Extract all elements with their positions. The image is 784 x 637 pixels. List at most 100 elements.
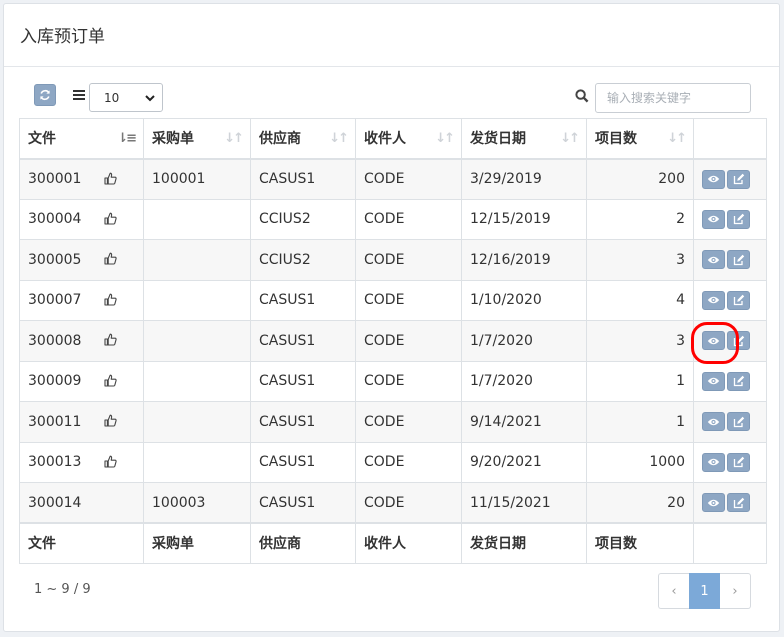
edit-button[interactable] [727, 412, 750, 432]
cell-supplier: CASUS1 [250, 279, 356, 321]
refresh-button[interactable] [34, 84, 56, 106]
thumbs-up-button[interactable] [104, 333, 117, 350]
file-number: 300008 [28, 332, 82, 349]
cell-recipient: CODE [355, 158, 462, 200]
eye-icon [707, 378, 720, 385]
sort-icon: ⇂≡ [117, 130, 137, 146]
edit-icon [733, 416, 744, 427]
cell-ship-date: 9/14/2021 [461, 401, 587, 443]
cell-actions [693, 158, 767, 200]
thumbs-up-button[interactable] [104, 374, 117, 391]
eye-icon [707, 459, 720, 466]
cell-recipient: CODE [355, 279, 462, 321]
cell-actions [693, 198, 767, 240]
cell-item-count: 3 [586, 320, 694, 362]
cell-actions [693, 320, 767, 362]
eye-icon [707, 297, 720, 304]
edit-icon [733, 376, 744, 387]
view-button[interactable] [702, 371, 725, 391]
edit-icon [733, 254, 744, 265]
thumbs-up-icon [104, 252, 117, 265]
edit-button[interactable] [727, 331, 750, 351]
view-button[interactable] [702, 493, 725, 512]
thumbs-up-button[interactable] [104, 414, 117, 431]
cell-ship-date: 1/7/2020 [461, 360, 587, 402]
view-button[interactable] [702, 452, 725, 472]
cell-supplier: CASUS1 [250, 401, 356, 443]
column-header-file[interactable]: 文件 ⇂≡ [19, 118, 144, 160]
footer-label-file: 文件 [19, 522, 144, 564]
next-page-button[interactable]: › [720, 573, 751, 609]
panel-header: 入库预订单 [4, 4, 779, 67]
eye-icon [707, 216, 720, 223]
thumbs-up-icon [104, 374, 117, 387]
thumbs-up-button[interactable] [104, 455, 117, 472]
thumbs-up-button[interactable] [104, 252, 117, 269]
edit-button[interactable] [727, 250, 750, 270]
table-header-row: 文件 ⇂≡ 采购单 ↓↑ 供应商 ↓↑ 收件人 ↓↑ 发货日期 ↓↑ 项目数 ↓↑ [19, 118, 767, 160]
file-number: 300009 [28, 373, 82, 390]
cell-actions [693, 360, 767, 402]
view-button[interactable] [702, 290, 725, 310]
edit-button[interactable] [727, 290, 750, 310]
footer-empty [693, 522, 767, 564]
cell-ship-date: 1/10/2020 [461, 279, 587, 321]
thumbs-up-button[interactable] [104, 172, 117, 189]
column-label: 项目数 [595, 131, 637, 148]
cell-item-count: 4 [586, 279, 694, 321]
page-size-select[interactable]: 10 [89, 83, 163, 112]
column-header-po[interactable]: 采购单 ↓↑ [143, 118, 251, 160]
view-button[interactable] [702, 412, 725, 432]
thumbs-up-button[interactable] [104, 212, 117, 229]
cell-ship-date: 9/20/2021 [461, 441, 587, 483]
thumbs-up-icon [104, 293, 117, 306]
cell-file: 300007 [19, 279, 144, 321]
table-row: 300011 CASUS1 CODE 9/14/2021 1 [19, 401, 767, 443]
cell-po [143, 320, 251, 362]
sort-icon: ↓↑ [435, 130, 455, 146]
footer-label-po: 采购单 [143, 522, 251, 564]
cell-item-count: 200 [586, 158, 694, 200]
edit-button[interactable] [727, 452, 750, 472]
edit-button[interactable] [727, 493, 750, 512]
edit-button[interactable] [727, 169, 750, 189]
sort-icon: ↓↑ [329, 130, 349, 146]
cell-file: 300008 [19, 320, 144, 362]
thumbs-up-icon [104, 212, 117, 225]
page-title: 入库预订单 [20, 26, 105, 47]
view-button[interactable] [702, 250, 725, 270]
sort-icon: ↓↑ [224, 130, 244, 146]
column-label: 文件 [28, 131, 56, 148]
edit-button[interactable] [727, 371, 750, 391]
footer-label-item-count: 项目数 [586, 522, 694, 564]
table-row: 300014 100003 CASUS1 CODE 11/15/2021 20 [19, 482, 767, 524]
thumbs-up-button[interactable] [104, 293, 117, 310]
search-input[interactable] [595, 83, 751, 113]
sort-icon: ↓↑ [560, 130, 580, 146]
view-button[interactable] [702, 209, 725, 229]
cell-supplier: CASUS1 [250, 158, 356, 200]
cell-po [143, 239, 251, 281]
edit-icon [733, 295, 744, 306]
column-header-item-count[interactable]: 项目数 ↓↑ [586, 118, 694, 160]
cell-actions [693, 279, 767, 321]
column-header-supplier[interactable]: 供应商 ↓↑ [250, 118, 356, 160]
cell-po: 100001 [143, 158, 251, 200]
column-header-ship-date[interactable]: 发货日期 ↓↑ [461, 118, 587, 160]
cell-ship-date: 11/15/2021 [461, 482, 587, 524]
cell-supplier: CASUS1 [250, 482, 356, 524]
page-button-1[interactable]: 1 [689, 573, 720, 609]
edit-button[interactable] [727, 209, 750, 229]
cell-file: 300013 [19, 441, 144, 483]
prev-page-button[interactable]: ‹ [658, 573, 689, 609]
cell-recipient: CODE [355, 441, 462, 483]
file-number: 300011 [28, 413, 82, 430]
chevron-down-icon [145, 95, 155, 102]
eye-icon [707, 337, 720, 344]
view-button[interactable] [702, 169, 725, 189]
cell-supplier: CASUS1 [250, 320, 356, 362]
cell-actions [693, 441, 767, 483]
column-header-recipient[interactable]: 收件人 ↓↑ [355, 118, 462, 160]
view-button[interactable] [702, 331, 725, 351]
cell-file: 300009 [19, 360, 144, 402]
